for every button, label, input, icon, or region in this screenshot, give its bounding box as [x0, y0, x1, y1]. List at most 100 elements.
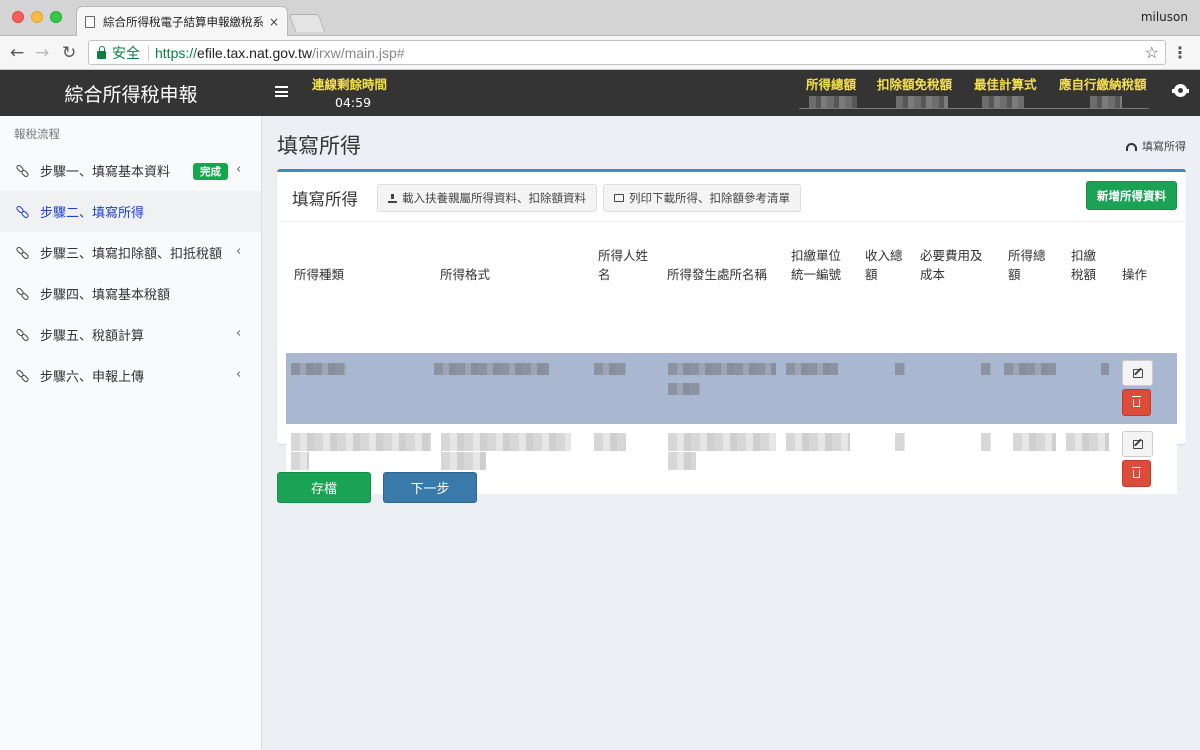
print-list-button[interactable]: 列印下載所得、扣除額參考清單: [603, 184, 801, 212]
redacted-cell: [668, 363, 776, 375]
status-badge: 完成: [193, 163, 228, 180]
column-header-income: 收入總 額: [865, 246, 903, 284]
column-header-text: 名: [598, 267, 611, 282]
column-header-type: 所得種類: [294, 267, 345, 282]
table-row[interactable]: [286, 353, 1177, 424]
download-icon: [388, 193, 397, 203]
link-icon: [15, 163, 30, 178]
print-icon: [614, 194, 624, 202]
redacted-value: [809, 96, 857, 108]
tab-close-icon[interactable]: ×: [269, 15, 279, 29]
forward-arrow-icon[interactable]: →: [35, 43, 49, 63]
chevron-left-icon: ‹: [236, 244, 242, 259]
browser-tab[interactable]: 綜合所得稅電子結算申報繳稅系統 ×: [76, 6, 288, 36]
redacted-cell: [786, 433, 850, 451]
gear-icon[interactable]: [1172, 84, 1189, 97]
panel-title: 填寫所得: [292, 190, 358, 209]
link-icon: [15, 204, 30, 219]
trash-icon: [1132, 395, 1141, 407]
column-header-text: 必要費用及: [920, 248, 983, 263]
redacted-cell: [291, 433, 431, 451]
sidebar-item-label: 步驟三、填寫扣除額、扣抵稅額: [40, 247, 223, 262]
chevron-left-icon: ‹: [236, 162, 242, 177]
dashboard-icon: [1126, 143, 1137, 151]
redacted-cell: [441, 452, 486, 470]
load-dependents-button[interactable]: 載入扶養親屬所得資料、扣除額資料: [377, 184, 597, 212]
redacted-cell: [981, 363, 991, 375]
next-step-button[interactable]: 下一步: [383, 472, 477, 503]
redacted-value: [1090, 96, 1122, 108]
column-header-text: 稅額: [1071, 267, 1097, 282]
breadcrumb-label[interactable]: 填寫所得: [1142, 138, 1186, 154]
column-header-name: 所得人姓 名: [598, 246, 648, 284]
browser-menu-icon[interactable]: ⋮: [1172, 43, 1188, 62]
new-tab-button[interactable]: [288, 14, 326, 32]
redacted-cell: [981, 433, 991, 451]
url-path: /irxw/main.jsp#: [311, 44, 405, 61]
header-deductions-label: 扣除額免稅額: [877, 77, 953, 92]
column-header-action: 操作: [1122, 267, 1148, 282]
sidebar-item-step4[interactable]: 步驟四、填寫基本稅額: [0, 273, 261, 314]
omnibox-divider: [148, 44, 149, 61]
column-header-text: 收入總: [865, 248, 903, 263]
save-button[interactable]: 存檔: [277, 472, 371, 503]
link-icon: [15, 327, 30, 342]
redacted-cell: [594, 363, 626, 375]
edit-icon: [1132, 439, 1143, 449]
column-header-total: 所得總 額: [1008, 246, 1046, 284]
lock-icon: [97, 45, 106, 59]
column-header-format: 所得格式: [440, 267, 491, 282]
sidebar-item-step5[interactable]: 步驟五、稅額計算 ‹: [0, 314, 261, 355]
sidebar-item-step6[interactable]: 步驟六、申報上傳 ‹: [0, 355, 261, 396]
redacted-cell: [291, 452, 309, 470]
maximize-window-button[interactable]: [50, 11, 62, 23]
sidebar-item-step1[interactable]: 步驟一、填寫基本資料 完成 ‹: [0, 150, 261, 191]
column-header-text: 額: [1008, 267, 1021, 282]
address-bar[interactable]: 安全 https://efile.tax.nat.gov.tw/irxw/mai…: [88, 40, 1166, 65]
session-timer-label: 連線剩餘時間: [312, 77, 388, 92]
reload-icon[interactable]: ↻: [62, 43, 76, 63]
link-icon: [15, 368, 30, 383]
redacted-cell: [668, 433, 776, 451]
column-header-text: 所得總: [1008, 248, 1046, 263]
redacted-cell: [434, 363, 549, 375]
income-panel: 填寫所得 載入扶養親屬所得資料、扣除額資料 列印下載所得、扣除額參考清單 新增所…: [277, 169, 1186, 494]
header-best-formula-label: 最佳計算式: [974, 77, 1037, 92]
button-label: 載入扶養親屬所得資料、扣除額資料: [402, 191, 586, 205]
column-header-text: 所得人姓: [598, 248, 649, 263]
header-underline: [799, 108, 1149, 109]
bookmark-star-icon[interactable]: ☆: [1145, 43, 1159, 63]
browser-tab-bar: 綜合所得稅電子結算申報繳稅系統 × miluson: [0, 0, 1200, 36]
app-brand[interactable]: 綜合所得稅申報: [0, 70, 262, 116]
document-icon: [85, 15, 95, 28]
redacted-value: [982, 96, 1024, 108]
redacted-cell: [786, 363, 838, 375]
add-income-button[interactable]: 新增所得資料: [1086, 181, 1177, 210]
profile-name[interactable]: miluson: [1141, 10, 1188, 24]
redacted-cell: [594, 433, 626, 451]
delete-button[interactable]: [1122, 460, 1151, 487]
hamburger-menu-icon[interactable]: [275, 86, 288, 97]
redacted-cell: [895, 363, 905, 375]
back-arrow-icon[interactable]: ←: [10, 43, 24, 63]
edit-icon: [1132, 368, 1143, 378]
minimize-window-button[interactable]: [31, 11, 43, 23]
delete-button[interactable]: [1122, 389, 1151, 416]
chevron-left-icon: ‹: [236, 326, 242, 341]
edit-button[interactable]: [1122, 431, 1153, 457]
sidebar-item-label: 步驟四、填寫基本稅額: [40, 288, 171, 303]
sidebar-item-step3[interactable]: 步驟三、填寫扣除額、扣抵稅額 ‹: [0, 232, 261, 273]
header-total-income-label: 所得總額: [806, 77, 857, 92]
url-host: efile.tax.nat.gov.tw: [197, 44, 312, 61]
sidebar-item-step2[interactable]: 步驟二、填寫所得: [0, 191, 261, 232]
secure-label: 安全: [112, 44, 140, 61]
trash-icon: [1132, 466, 1141, 478]
link-icon: [15, 286, 30, 301]
sidebar-item-label: 步驟六、申報上傳: [40, 370, 145, 385]
edit-button[interactable]: [1122, 360, 1153, 386]
browser-toolbar: ← → ↻ 安全 https://efile.tax.nat.gov.tw/ir…: [0, 36, 1200, 70]
column-header-payer: 所得發生處所名稱: [667, 267, 768, 282]
close-window-button[interactable]: [12, 11, 24, 23]
sidebar: 報稅流程 步驟一、填寫基本資料 完成 ‹ 步驟二、填寫所得 步驟三、填寫扣除額、…: [0, 116, 262, 750]
session-timer-value: 04:59: [335, 95, 372, 110]
